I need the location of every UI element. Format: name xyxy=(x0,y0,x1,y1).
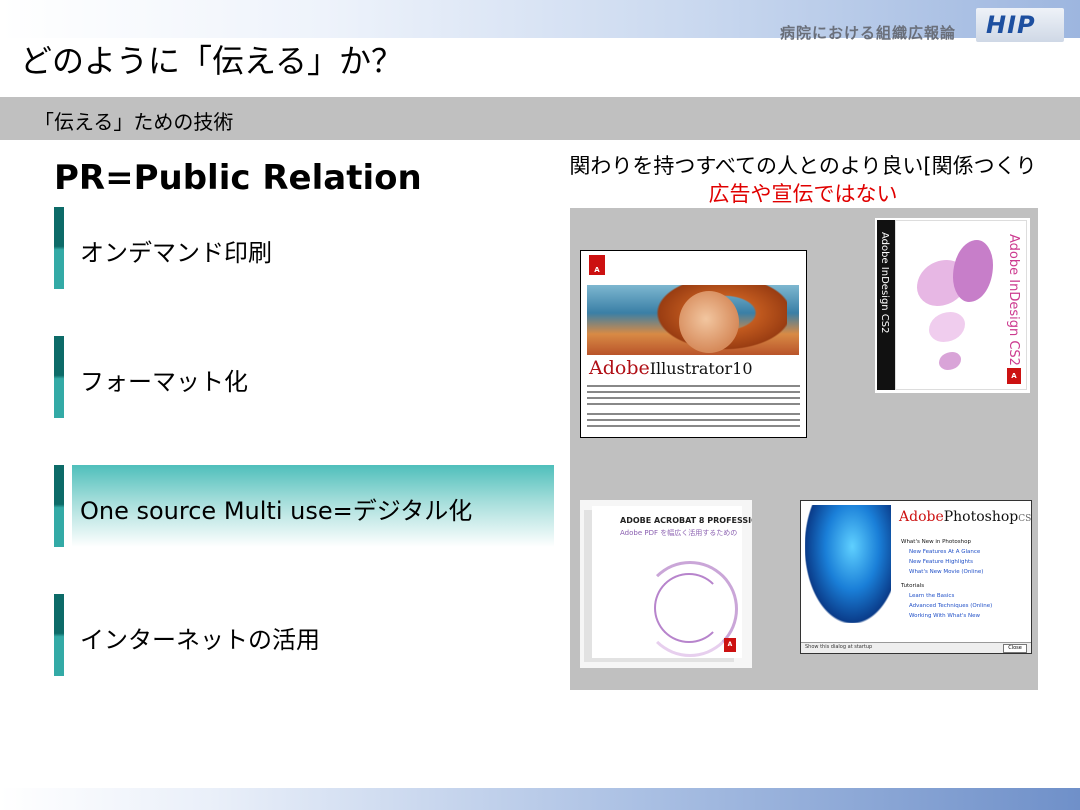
face-shape xyxy=(679,291,739,353)
photoshop-title: AdobePhotoshopCS2 xyxy=(899,509,1032,525)
bullet-label: フォーマット化 xyxy=(80,368,248,396)
spine-text: Adobe InDesign CS2 xyxy=(879,232,890,334)
pr-heading: PR=Public Relation xyxy=(54,158,422,198)
illustrator-word: Illustrator xyxy=(649,359,733,378)
bullet-item-digital: One source Multi use=デジタル化 xyxy=(54,465,554,547)
logo-text: HIP xyxy=(986,11,1036,39)
acrobat-box: ADOBE ACROBAT 8 PROFESSIONAL Adobe PDF を… xyxy=(580,500,752,668)
link-feature-highlights[interactable]: New Feature Highlights xyxy=(901,557,992,567)
header-tagline: 病院における組織広報論 xyxy=(780,24,957,42)
indesign-front-text: Adobe InDesign CS2 xyxy=(1006,234,1021,366)
feather-icon xyxy=(805,505,891,623)
copyright-line xyxy=(587,413,800,415)
bullet-item-ondemand: オンデマンド印刷 xyxy=(54,207,554,289)
bullet-bar xyxy=(54,465,64,547)
butterfly-wing xyxy=(929,312,965,342)
acrobat-swirl-inner xyxy=(654,573,724,643)
bullet-bar xyxy=(54,336,64,418)
page-title: どのように「伝える」か？ xyxy=(20,42,404,80)
credits-line xyxy=(587,397,800,399)
close-button[interactable]: Close xyxy=(1003,644,1027,653)
indesign-spine: Adobe InDesign CS2 xyxy=(877,220,895,390)
software-image-panel: A AdobeIllustrator10 Adobe InDesign CS2 … xyxy=(570,208,1038,690)
bullet-item-format: フォーマット化 xyxy=(54,336,554,418)
section-title: 「伝える」ための技術 xyxy=(34,110,234,134)
adobe-logo-icon: A xyxy=(589,255,605,275)
illustrator-title: AdobeIllustrator10 xyxy=(589,357,753,379)
link-whats-new-movie[interactable]: What's New Movie (Online) xyxy=(901,567,992,577)
copyright-line xyxy=(587,425,800,427)
credits-line xyxy=(587,385,800,387)
copyright-line xyxy=(587,419,800,421)
link-working-whats-new[interactable]: Working With What's New xyxy=(901,611,992,621)
venus-artwork xyxy=(587,285,799,355)
section-header-bar: 「伝える」ための技術 xyxy=(0,97,1080,140)
pr-note-red: 広告や宣伝ではない xyxy=(708,182,898,206)
bullet-item-internet: インターネットの活用 xyxy=(54,594,554,676)
illustrator-version: 10 xyxy=(732,359,753,378)
illustrator-splash: A AdobeIllustrator10 xyxy=(580,250,807,438)
acrobat-box-front: ADOBE ACROBAT 8 PROFESSIONAL Adobe PDF を… xyxy=(592,506,752,658)
photoshop-edition: CS2 xyxy=(1018,514,1032,524)
adobe-logo-icon: A xyxy=(724,638,736,652)
bottom-gradient-band xyxy=(0,788,1080,810)
link-features-glance[interactable]: New Features At A Glance xyxy=(901,547,992,557)
acrobat-title: ADOBE ACROBAT 8 PROFESSIONAL xyxy=(620,516,752,525)
bullet-label: One source Multi use=デジタル化 xyxy=(80,497,473,525)
link-learn-basics[interactable]: Learn the Basics xyxy=(901,591,992,601)
credits-line xyxy=(587,403,800,405)
credits-line xyxy=(587,391,800,393)
show-dialog-checkbox[interactable]: Show this dialog at startup xyxy=(805,644,872,650)
butterfly-wing-small xyxy=(939,352,961,370)
indesign-box: Adobe InDesign CS2 Adobe InDesign CS2 A xyxy=(875,218,1030,393)
welcome-footer: Show this dialog at startup Close xyxy=(801,642,1031,653)
bullet-bar xyxy=(54,207,64,289)
photoshop-word: Photoshop xyxy=(943,509,1019,525)
adobe-word: Adobe xyxy=(589,357,650,379)
bullet-label: オンデマンド印刷 xyxy=(80,239,272,267)
whats-new-heading: What's New in Photoshop xyxy=(901,539,971,545)
bullet-bar xyxy=(54,594,64,676)
welcome-links: What's New in Photoshop New Features At … xyxy=(901,537,992,621)
indesign-front: Adobe InDesign CS2 A xyxy=(895,220,1027,390)
photoshop-welcome: AdobePhotoshopCS2 What's New in Photosho… xyxy=(800,500,1032,654)
link-advanced-techniques[interactable]: Advanced Techniques (Online) xyxy=(901,601,992,611)
header-branding: 病院における組織広報論 HIP xyxy=(780,8,1080,46)
acrobat-subtitle: Adobe PDF を幅広く活用するための xyxy=(620,529,738,537)
hip-logo: HIP xyxy=(976,8,1064,42)
adobe-logo-icon: A xyxy=(1007,368,1021,384)
butterfly-wing xyxy=(953,240,993,302)
adobe-word: Adobe xyxy=(899,509,944,525)
pr-definition: 関わりを持つすべての人とのより良い[関係つくり xyxy=(569,154,1037,178)
bullet-label: インターネットの活用 xyxy=(80,626,320,654)
tutorials-heading: Tutorials xyxy=(901,583,925,589)
